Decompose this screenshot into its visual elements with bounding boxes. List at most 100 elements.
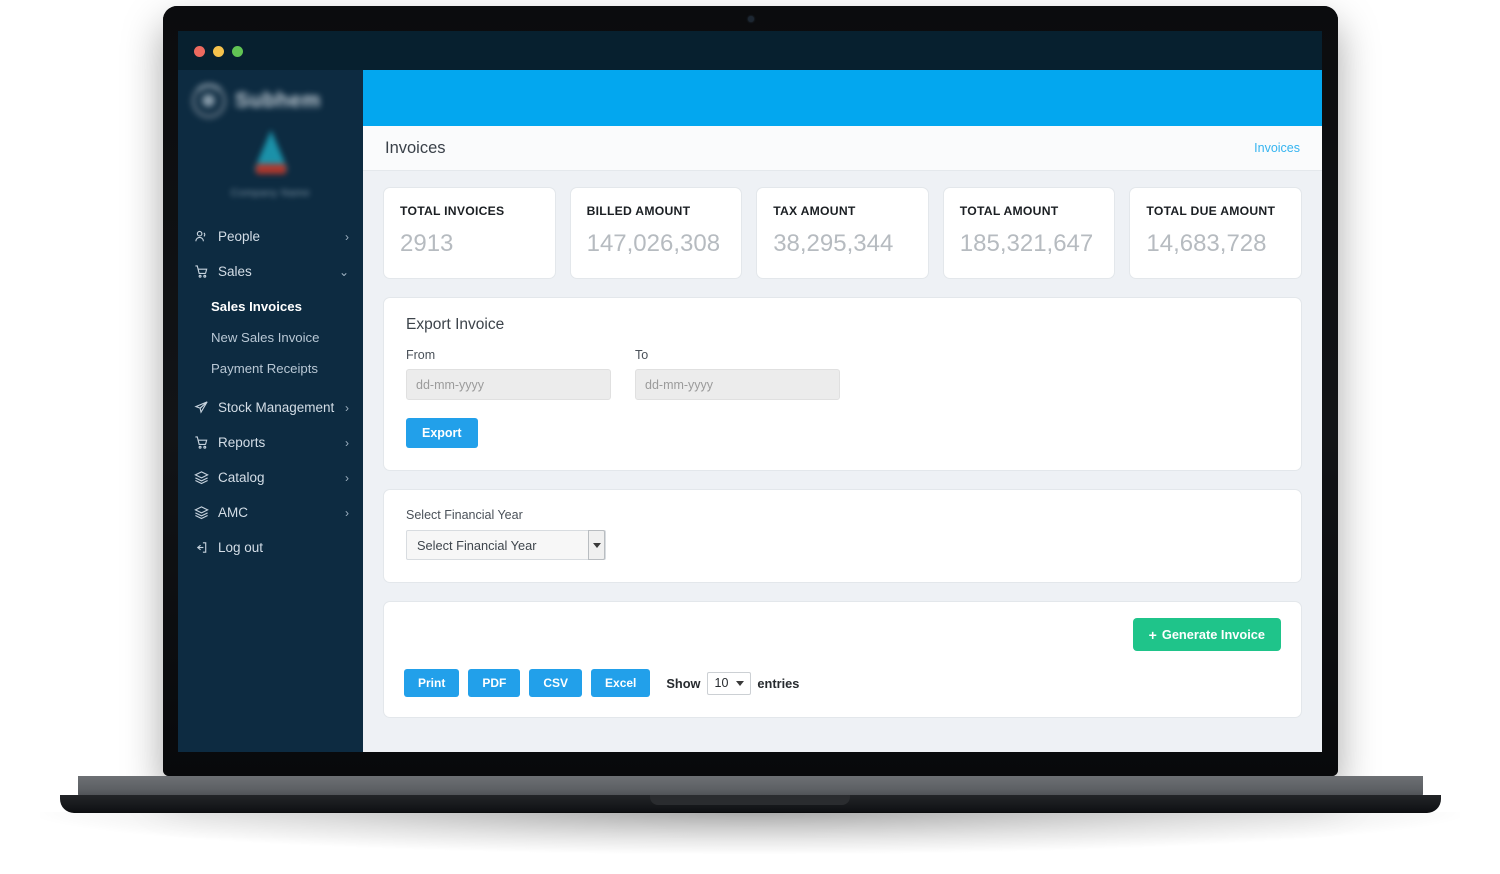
- stat-value: 14,683,728: [1146, 230, 1267, 257]
- from-field-group: From: [406, 348, 611, 400]
- org-block: Company Name: [178, 124, 363, 213]
- export-invoice-panel: Export Invoice From To Export: [383, 297, 1302, 471]
- sidebar-item-amc[interactable]: AMC ›: [178, 495, 363, 530]
- sidebar-item-label: People: [218, 229, 261, 244]
- webcam-icon: [748, 16, 754, 22]
- invoices-table-panel: + Generate Invoice Print PDF CSV Excel S…: [383, 601, 1302, 718]
- window-titlebar: [178, 31, 1322, 70]
- stat-card-tax-amount: TAX AMOUNT 38,295,344: [756, 187, 929, 279]
- sidebar-item-label: Catalog: [218, 470, 265, 485]
- stat-label: TAX AMOUNT: [773, 204, 856, 218]
- export-button[interactable]: Export: [406, 418, 478, 448]
- sidebar-item-label: Stock Management: [218, 400, 335, 415]
- stat-label: TOTAL INVOICES: [400, 204, 505, 218]
- chevron-right-icon: ›: [345, 229, 349, 244]
- laptop-shadow: [40, 812, 1460, 854]
- logout-icon: [194, 540, 209, 555]
- app-body: Subhem Company Name People › Sales ⌄ Sal…: [178, 70, 1322, 752]
- laptop-screen: Subhem Company Name People › Sales ⌄ Sal…: [178, 31, 1322, 752]
- to-label: To: [635, 348, 649, 362]
- pdf-button[interactable]: PDF: [468, 669, 521, 697]
- from-label: From: [406, 348, 436, 362]
- triangle-logo-icon: [242, 130, 300, 182]
- sidebar-item-log-out[interactable]: Log out: [178, 530, 363, 565]
- financial-year-label: Select Financial Year: [406, 508, 523, 522]
- page-length-select[interactable]: 10: [706, 671, 752, 695]
- sidebar-item-catalog[interactable]: Catalog ›: [178, 460, 363, 495]
- brand[interactable]: Subhem: [178, 70, 363, 124]
- breadcrumb[interactable]: Invoices: [1254, 141, 1300, 155]
- excel-button[interactable]: Excel: [591, 669, 651, 697]
- stat-cards: TOTAL INVOICES 2913 BILLED AMOUNT 147,02…: [383, 187, 1302, 279]
- brand-name: Subhem: [235, 89, 321, 112]
- generate-invoice-row: + Generate Invoice: [404, 618, 1281, 651]
- stat-label: TOTAL AMOUNT: [959, 204, 1059, 218]
- sidebar-nav: People › Sales ⌄ Sales Invoices New Sale…: [178, 213, 363, 565]
- close-icon[interactable]: [194, 46, 205, 57]
- generate-invoice-button[interactable]: + Generate Invoice: [1132, 618, 1281, 651]
- financial-year-select[interactable]: Select Financial Year: [406, 530, 606, 560]
- cart-icon: [194, 435, 209, 450]
- layers-icon: [194, 470, 209, 485]
- table-toolbar: Print PDF CSV Excel Show 10 entries: [404, 669, 1281, 697]
- chevron-down-icon[interactable]: [588, 530, 605, 560]
- to-date-input[interactable]: [635, 369, 840, 400]
- chevron-right-icon: ›: [345, 470, 349, 485]
- sidebar-item-new-sales-invoice[interactable]: New Sales Invoice: [178, 322, 363, 353]
- to-field-group: To: [635, 348, 840, 400]
- page-header: Invoices Invoices: [363, 126, 1322, 171]
- main-content: Invoices Invoices TOTAL INVOICES 2913 BI…: [363, 70, 1322, 752]
- sidebar-item-people[interactable]: People ›: [178, 219, 363, 254]
- sidebar-item-sales[interactable]: Sales ⌄: [178, 254, 363, 289]
- laptop-notch: [650, 795, 850, 805]
- stat-card-total-amount: TOTAL AMOUNT 185,321,647: [942, 187, 1116, 279]
- stat-card-billed-amount: BILLED AMOUNT 147,026,308: [569, 187, 743, 279]
- layers-icon: [194, 505, 209, 520]
- generate-invoice-label: Generate Invoice: [1161, 627, 1265, 642]
- people-icon: [194, 229, 209, 244]
- maximize-icon[interactable]: [232, 46, 243, 57]
- org-name: Company Name: [230, 188, 311, 199]
- page-title: Invoices: [385, 138, 446, 157]
- financial-year-panel: Select Financial Year Select Financial Y…: [383, 489, 1302, 583]
- sidebar-item-stock-management[interactable]: Stock Management ›: [178, 390, 363, 425]
- financial-year-selected-value: Select Financial Year: [417, 537, 537, 553]
- stat-value: 38,295,344: [773, 230, 894, 257]
- export-invoice-title: Export Invoice: [406, 316, 505, 333]
- content-area: TOTAL INVOICES 2913 BILLED AMOUNT 147,02…: [363, 171, 1322, 718]
- sidebar-item-label: Reports: [218, 435, 266, 450]
- print-button[interactable]: Print: [404, 669, 460, 697]
- app-topbar: [363, 70, 1322, 126]
- circle-logo-icon: [192, 84, 226, 118]
- stat-value: 185,321,647: [959, 230, 1094, 257]
- csv-button[interactable]: CSV: [529, 669, 583, 697]
- sidebar-item-sales-invoices[interactable]: Sales Invoices: [178, 291, 363, 322]
- sales-submenu: Sales Invoices New Sales Invoice Payment…: [178, 289, 363, 390]
- sidebar-item-label: Log out: [218, 540, 264, 555]
- entries-suffix-label: entries: [757, 675, 800, 691]
- sidebar-item-reports[interactable]: Reports ›: [178, 425, 363, 460]
- export-date-fields: From To: [406, 348, 1279, 400]
- chevron-right-icon: ›: [345, 400, 349, 415]
- show-prefix-label: Show: [666, 675, 701, 691]
- page-length-value: 10: [714, 676, 729, 690]
- send-icon: [194, 400, 209, 415]
- stat-card-total-due-amount: TOTAL DUE AMOUNT 14,683,728: [1129, 187, 1302, 279]
- chevron-down-icon: [736, 680, 745, 686]
- page-length-control: Show 10 entries: [666, 671, 800, 695]
- stat-value: 147,026,308: [586, 230, 721, 257]
- traffic-lights: [194, 46, 243, 57]
- chevron-right-icon: ›: [345, 505, 349, 520]
- cart-icon: [194, 264, 209, 279]
- minimize-icon[interactable]: [213, 46, 224, 57]
- stat-card-total-invoices: TOTAL INVOICES 2913: [383, 187, 556, 279]
- sidebar-item-payment-receipts[interactable]: Payment Receipts: [178, 353, 363, 384]
- stat-value: 2913: [400, 230, 454, 257]
- plus-icon: +: [1148, 626, 1157, 643]
- sidebar-item-label: Sales: [218, 264, 252, 279]
- sidebar-item-label: AMC: [218, 505, 248, 520]
- from-date-input[interactable]: [406, 369, 611, 400]
- sidebar: Subhem Company Name People › Sales ⌄ Sal…: [178, 70, 363, 752]
- stat-label: BILLED AMOUNT: [586, 204, 691, 218]
- stat-label: TOTAL DUE AMOUNT: [1146, 204, 1276, 218]
